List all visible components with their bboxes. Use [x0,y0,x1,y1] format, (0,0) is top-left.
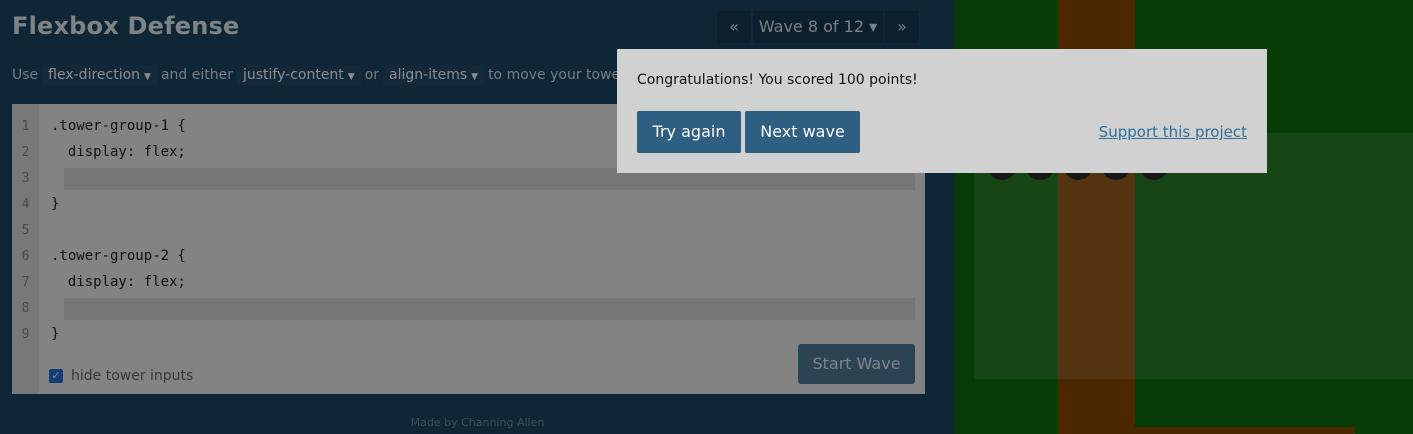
support-project-link[interactable]: Support this project [1099,123,1247,141]
result-dialog: Congratulations! You scored 100 points! … [617,49,1267,173]
result-message: Congratulations! You scored 100 points! [637,72,918,88]
try-again-button[interactable]: Try again [637,111,741,153]
next-wave-button[interactable]: Next wave [745,111,860,153]
